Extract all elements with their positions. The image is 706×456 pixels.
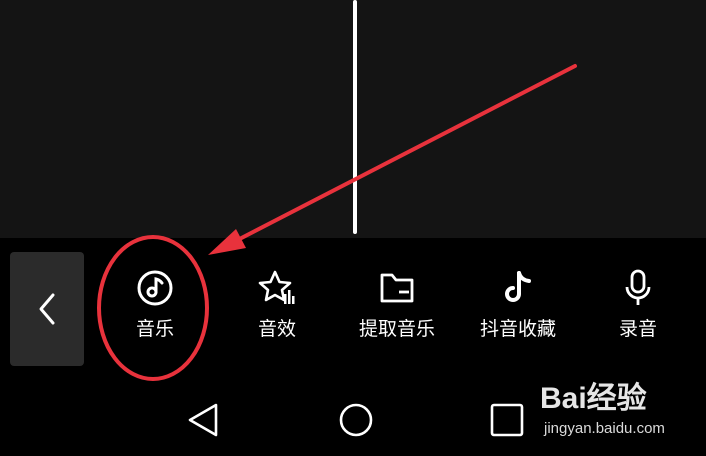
tool-label: 抖音收藏	[479, 319, 556, 340]
folder-icon	[380, 273, 414, 303]
tool-douyin-favorites[interactable]: 抖音收藏	[463, 268, 573, 350]
tool-label: 录音	[618, 319, 657, 340]
timeline-area[interactable]	[0, 0, 706, 238]
collapse-back-button[interactable]	[10, 252, 84, 366]
audio-toolbar: 音乐 音效 提取音乐 抖音收藏 录音	[0, 238, 706, 370]
back-triangle-icon[interactable]	[184, 400, 224, 440]
tool-label: 音乐	[135, 319, 174, 340]
tool-record[interactable]: 录音	[583, 268, 693, 350]
tool-label: 提取音乐	[358, 319, 435, 340]
baidu-jingyan-watermark: Bai经验 jingyan.baidu.com	[540, 382, 700, 442]
watermark-url: jingyan.baidu.com	[544, 420, 665, 437]
microphone-icon	[625, 269, 651, 305]
tool-extract-music[interactable]: 提取音乐	[342, 268, 452, 350]
douyin-logo-icon	[505, 271, 531, 302]
tool-sound-effects[interactable]: 音效	[222, 268, 332, 350]
recents-square-icon[interactable]	[487, 400, 527, 440]
watermark-logo-text: Bai经验	[540, 382, 647, 415]
playhead[interactable]	[353, 0, 357, 234]
tool-music[interactable]: 音乐	[100, 268, 210, 350]
tool-label: 音效	[257, 319, 296, 340]
chevron-left-icon	[39, 293, 55, 325]
home-circle-icon[interactable]	[336, 400, 376, 440]
sound-effect-star-icon	[258, 270, 295, 304]
music-note-icon	[137, 270, 173, 306]
